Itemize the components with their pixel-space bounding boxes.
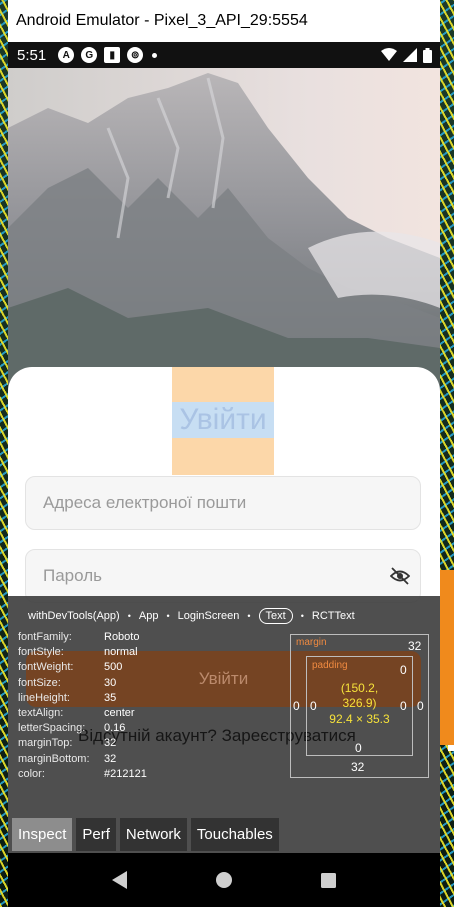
style-row: marginBottom: 32: [18, 752, 117, 765]
crumb-separator: •: [300, 611, 304, 621]
crumb-loginscreen[interactable]: LoginScreen: [178, 610, 240, 622]
tab-touchables[interactable]: Touchables: [190, 818, 279, 851]
device-screen: 5:51 A G ▮ ⊚ Увійти Адреса електроної по…: [8, 42, 440, 907]
email-field[interactable]: Адреса електроної пошти: [25, 476, 421, 530]
margin-top-value: 32: [408, 639, 422, 653]
element-size: 92.4 × 35.3: [329, 712, 390, 726]
crumb-separator: •: [127, 611, 131, 621]
desktop-window-edge: [440, 570, 454, 745]
status-time: 5:51: [17, 46, 47, 64]
recents-icon[interactable]: [320, 872, 336, 888]
style-row: textAlign: center: [18, 706, 135, 719]
crumb-separator: •: [166, 611, 170, 621]
crumb-separator: •: [247, 611, 251, 621]
desktop-marker: [448, 745, 454, 751]
tab-network[interactable]: Network: [119, 818, 187, 851]
mountain-header-image: [8, 68, 440, 398]
margin-left-value: 0: [293, 699, 300, 713]
padding-bottom-value: 0: [355, 741, 362, 755]
login-title: Увійти: [172, 402, 274, 438]
padding-label: padding: [312, 660, 348, 671]
padding-top-value: 0: [400, 663, 407, 677]
devtools-tabs: Inspect Perf Network Touchables: [12, 818, 279, 851]
style-row: marginTop: 32: [18, 737, 117, 750]
sd-card-icon: ▮: [104, 47, 121, 63]
wifi-icon: [381, 48, 397, 61]
window-title: Android Emulator - Pixel_3_API_29:5554: [8, 0, 440, 42]
home-icon[interactable]: [216, 872, 233, 888]
back-icon[interactable]: [112, 871, 128, 889]
style-row: color: #212121: [18, 767, 147, 780]
breadcrumb: withDevTools(App) • App • LoginScreen • …: [28, 606, 355, 626]
eye-off-icon[interactable]: [390, 566, 410, 586]
box-model-padding: padding 0 0 0 0 (150.2, 326.9) 92.4 × 35…: [306, 656, 413, 756]
element-position: (150.2, 326.9): [340, 681, 379, 710]
crumb-text-selected[interactable]: Text: [258, 608, 293, 624]
crumb-withdevtools[interactable]: withDevTools(App): [28, 610, 120, 622]
status-bar: 5:51 A G ▮ ⊚: [8, 42, 440, 68]
crumb-app[interactable]: App: [139, 610, 159, 622]
margin-label: margin: [296, 637, 327, 648]
more-notifications-icon: [152, 52, 158, 58]
margin-right-value: 0: [417, 699, 424, 713]
password-placeholder: Пароль: [43, 566, 102, 585]
sync-icon: ⊚: [127, 47, 144, 63]
style-row: fontSize: 30: [18, 676, 117, 689]
google-icon: G: [81, 47, 98, 63]
signal-icon: [403, 48, 417, 62]
crumb-rcttext[interactable]: RCTText: [312, 610, 355, 622]
emulator-window: Android Emulator - Pixel_3_API_29:5554 5…: [8, 0, 440, 907]
style-row: fontFamily: Roboto: [18, 631, 140, 643]
style-row: letterSpacing: 0.16: [18, 722, 126, 735]
style-row: fontStyle: normal: [18, 646, 138, 659]
style-row: fontWeight: 500: [18, 661, 123, 674]
style-properties: fontFamily: Roboto fontStyle: normal fontW…: [18, 630, 147, 782]
android-nav-bar: [8, 853, 440, 907]
tab-inspect[interactable]: Inspect: [12, 818, 73, 851]
style-row: lineHeight: 35: [18, 691, 117, 704]
battery-icon: [423, 47, 432, 63]
password-field[interactable]: Пароль: [25, 549, 421, 603]
tab-perf[interactable]: Perf: [76, 818, 116, 851]
margin-bottom-value: 32: [351, 760, 365, 774]
notification-icon-a: A: [58, 47, 75, 63]
mountain-illustration: [8, 68, 440, 398]
box-model-margin: margin 32 0 0 32 padding 0 0 0 0 (150.2,…: [290, 634, 429, 778]
devtools-inspector: Увійти Відсутній акаунт? Зареєструватися…: [8, 596, 440, 853]
